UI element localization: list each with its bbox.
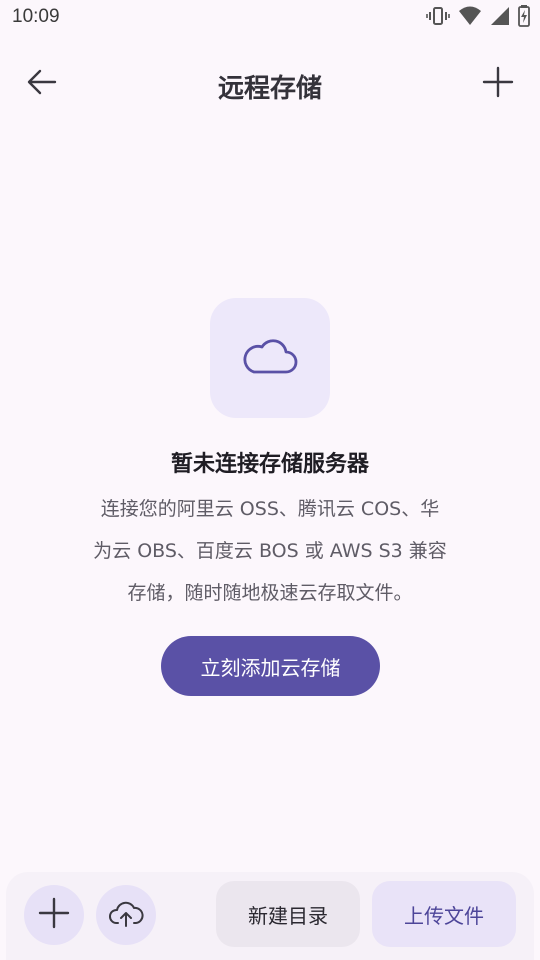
vibrate-icon bbox=[426, 6, 450, 30]
cloud-upload-icon bbox=[108, 898, 144, 932]
cloud-upload-button[interactable] bbox=[96, 885, 156, 945]
plus-icon bbox=[481, 65, 515, 103]
add-storage-button[interactable] bbox=[474, 60, 522, 108]
status-time: 10:09 bbox=[12, 6, 60, 27]
add-cloud-storage-button[interactable]: 立刻添加云存储 bbox=[161, 636, 380, 696]
cloud-icon bbox=[240, 334, 300, 382]
cloud-tile bbox=[210, 298, 330, 418]
status-icons bbox=[426, 5, 530, 31]
upload-file-button[interactable]: 上传文件 bbox=[372, 881, 516, 947]
battery-charging-icon bbox=[518, 5, 530, 31]
empty-description-line: 连接您的阿里云 OSS、腾讯云 COS、华 bbox=[100, 498, 440, 520]
empty-description: 连接您的阿里云 OSS、腾讯云 COS、华 为云 OBS、百度云 BOS 或 A… bbox=[80, 488, 460, 614]
fab-add-button[interactable] bbox=[24, 885, 84, 945]
empty-description-line: 存储，随时随地极速云存取文件。 bbox=[127, 582, 413, 604]
wifi-icon bbox=[458, 6, 482, 30]
plus-icon bbox=[38, 897, 70, 933]
bottom-action-bar: 新建目录 上传文件 bbox=[6, 872, 534, 960]
empty-description-line: 为云 OBS、百度云 BOS 或 AWS S3 兼容 bbox=[93, 540, 447, 562]
app-bar: 远程存储 bbox=[0, 52, 540, 116]
signal-icon bbox=[490, 6, 510, 30]
empty-title: 暂未连接存储服务器 bbox=[170, 452, 369, 477]
new-folder-button[interactable]: 新建目录 bbox=[216, 881, 360, 947]
page-title: 远程存储 bbox=[217, 74, 322, 104]
status-bar: 10:09 bbox=[0, 0, 540, 36]
